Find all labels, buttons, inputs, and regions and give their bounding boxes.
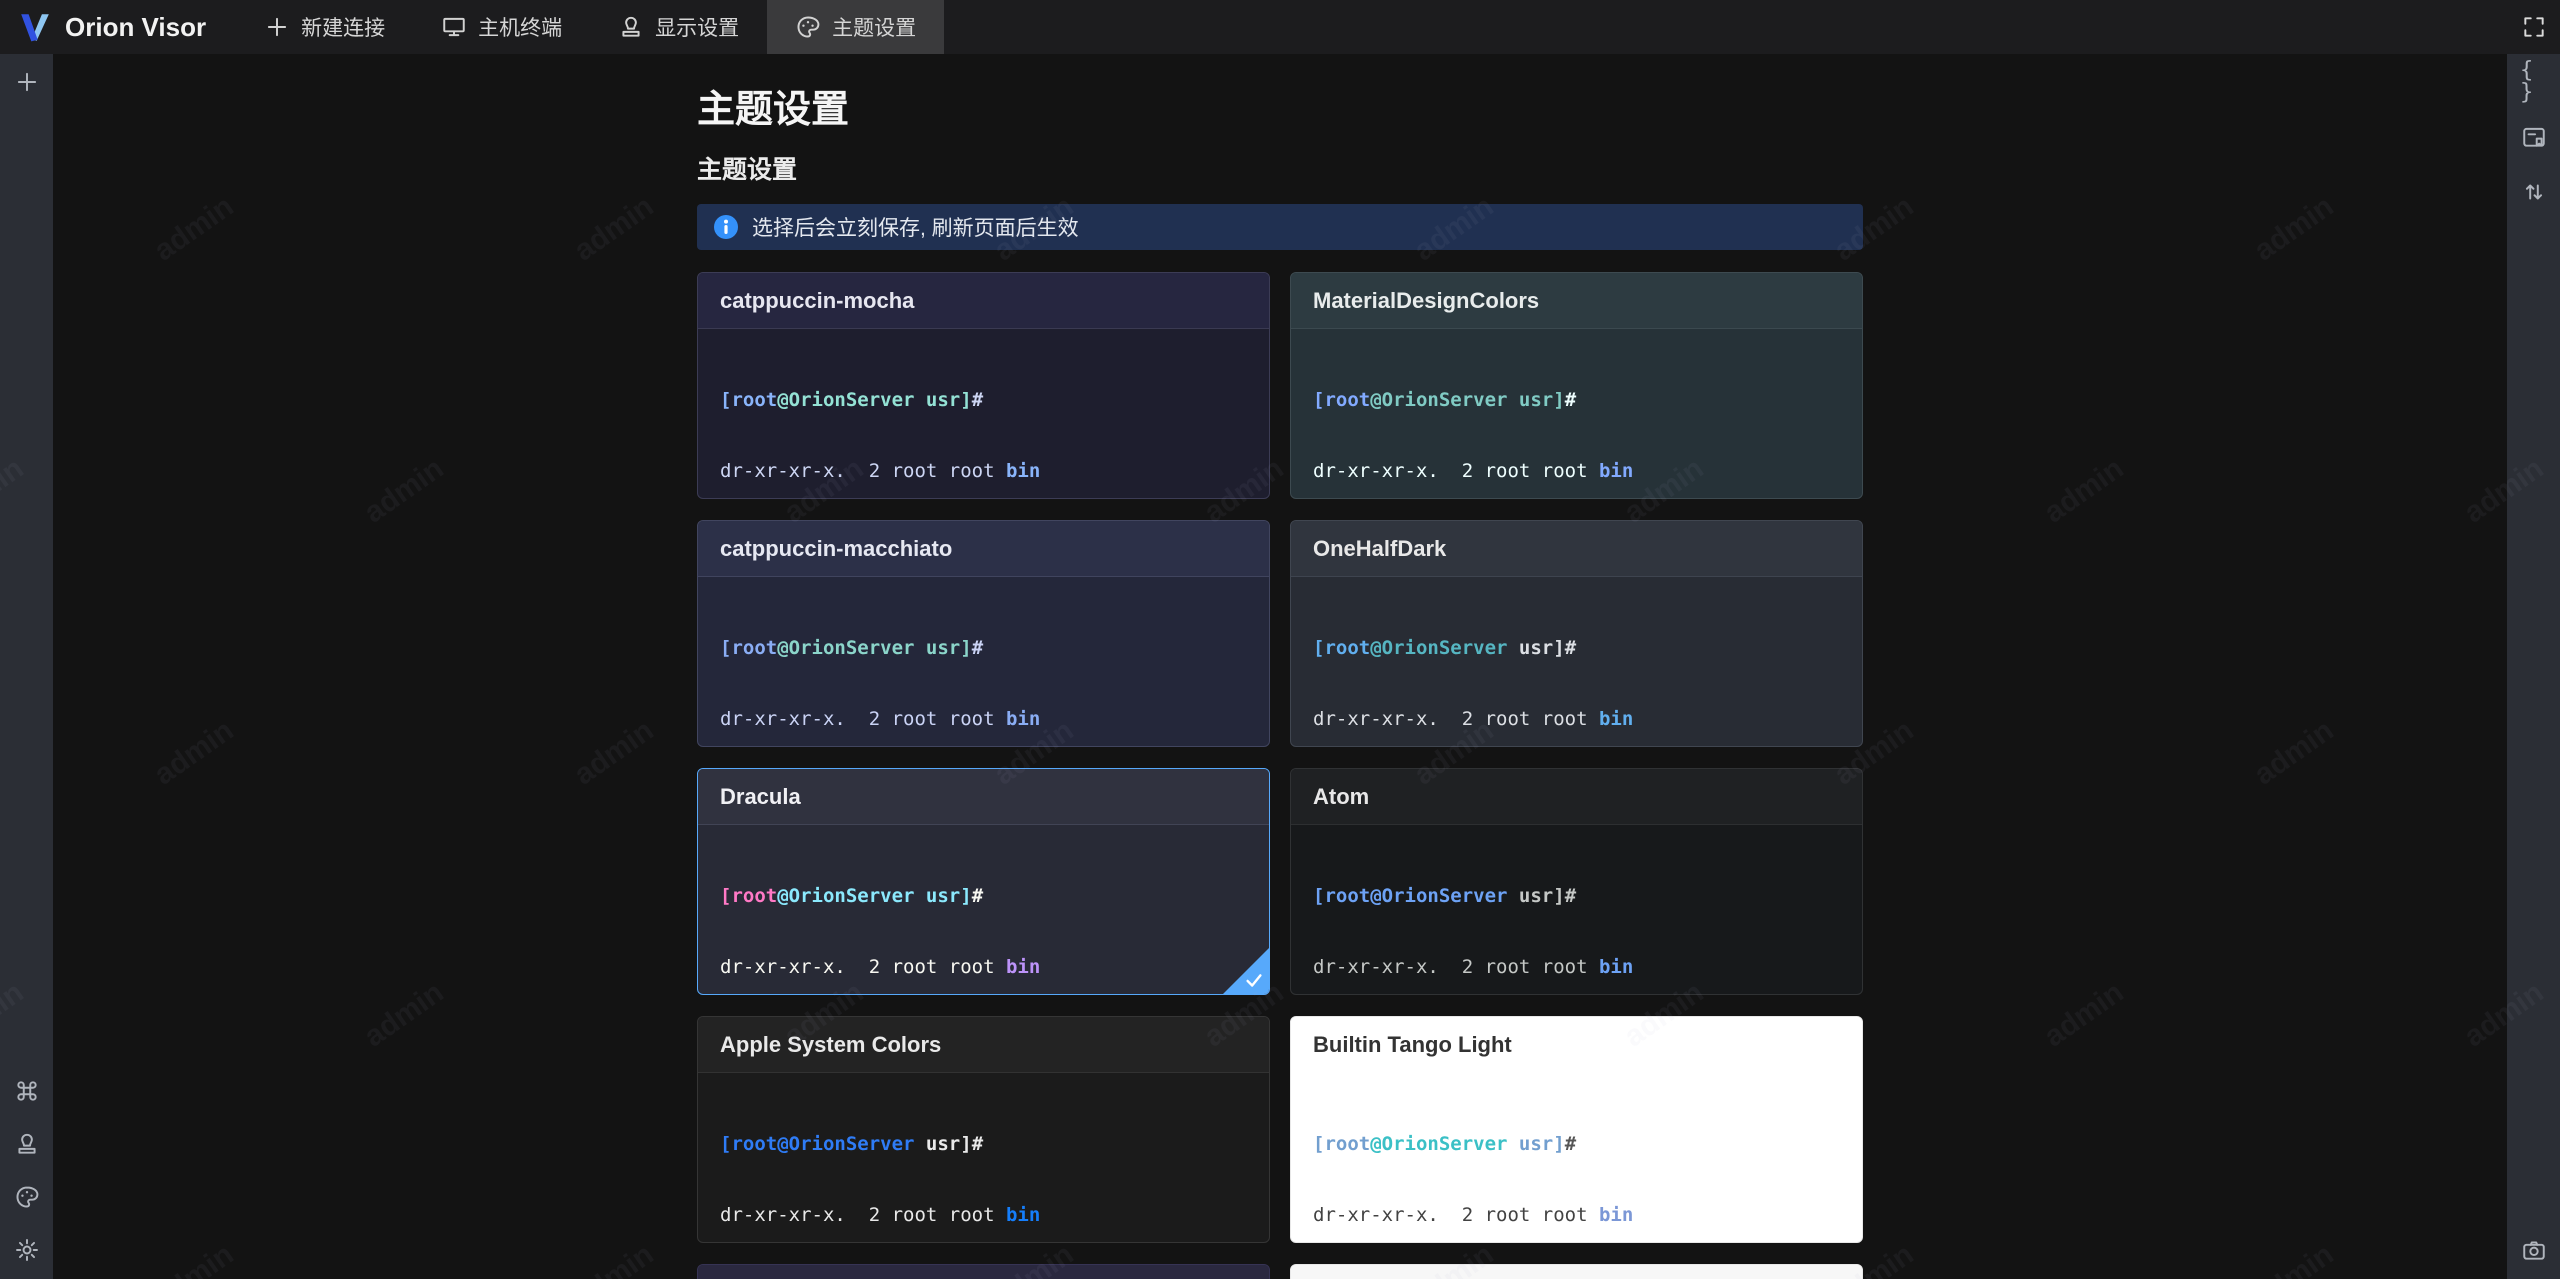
theme-card-header: MaterialDesignColors — [1291, 273, 1862, 329]
terminal-prompt-line: [root@OrionServer usr]# — [720, 637, 984, 659]
tab-label: 主题设置 — [832, 17, 917, 40]
terminal-line: dr-xr-xr-x. 2 root root bin — [720, 955, 1041, 978]
theme-card-catppuccin-mocha[interactable]: catppuccin-mocha [root@OrionServer usr]#… — [697, 272, 1270, 499]
tab-label: 主机终端 — [478, 17, 563, 40]
section-title: 主题设置 — [697, 156, 798, 184]
stamp-icon — [618, 14, 644, 40]
terminal-preview: [root@OrionServer usr]# dr-xr-xr-x. 2 ro… — [698, 577, 1269, 746]
orion-visor-logo-icon — [18, 10, 52, 44]
left-rail — [0, 54, 53, 1279]
terminal-prompt-line: [root@OrionServer usr]# — [720, 1133, 984, 1155]
theme-card-partial[interactable]: [root@OrionServer usr]# dr-xr-xr-x. 2 ro… — [1290, 1264, 1863, 1279]
brand: Orion Visor — [0, 10, 236, 44]
terminal-prompt-line: [root@OrionServer usr]# — [1313, 637, 1577, 659]
terminal-line: dr-xr-xr-x. 2 root root bin — [720, 459, 1041, 482]
terminal-preview: [root@OrionServer usr]# dr-xr-xr-x. 2 ro… — [1291, 825, 1862, 994]
theme-card-Atom[interactable]: Atom [root@OrionServer usr]# dr-xr-xr-x.… — [1290, 768, 1863, 995]
theme-name: Apple System Colors — [720, 1031, 942, 1057]
theme-card-header: Atom — [1291, 769, 1862, 825]
terminal-prompt-line: [root@OrionServer usr]# — [1313, 885, 1577, 907]
terminal-preview: [root@OrionServer usr]# dr-xr-xr-x. 2 ro… — [698, 1073, 1269, 1242]
theme-card-header: catppuccin-mocha — [698, 273, 1269, 329]
tab-label: 新建连接 — [301, 17, 386, 40]
terminal-prompt-line: [root@OrionServer usr]# — [720, 389, 984, 411]
terminal-preview: [root@OrionServer usr]# dr-xr-xr-x. 2 ro… — [1291, 329, 1862, 498]
theme-name: Builtin Tango Light — [1313, 1031, 1512, 1057]
theme-card-header: Builtin Tango Light — [1291, 1017, 1862, 1073]
top-bar: Orion Visor 新建连接 主机终端 显示设置 主题设置 — [0, 0, 2560, 54]
bookmark-doc-icon[interactable] — [2520, 123, 2547, 150]
app-title: Orion Visor — [65, 11, 207, 42]
terminal-line: dr-xr-xr-x. 2 root root bin — [720, 707, 1041, 730]
terminal-preview: [root@OrionServer usr]# dr-xr-xr-x. 2 ro… — [698, 825, 1269, 994]
fullscreen-icon[interactable] — [2507, 0, 2560, 54]
main-content: 主题设置 主题设置 选择后会立刻保存, 刷新页面后生效 catppuccin-m… — [53, 54, 2507, 1279]
sort-icon[interactable] — [2520, 178, 2547, 205]
theme-grid: catppuccin-mocha [root@OrionServer usr]#… — [697, 272, 1863, 1279]
info-alert: 选择后会立刻保存, 刷新页面后生效 — [697, 204, 1863, 250]
terminal-prompt-line: [root@OrionServer usr]# — [720, 885, 984, 907]
theme-name: OneHalfDark — [1313, 535, 1447, 561]
plus-icon[interactable] — [13, 68, 40, 95]
theme-card-header — [1291, 1265, 1862, 1279]
theme-card-MaterialDesignColors[interactable]: MaterialDesignColors [root@OrionServer u… — [1290, 272, 1863, 499]
palette-icon — [795, 14, 821, 40]
terminal-prompt-line: [root@OrionServer usr]# — [1313, 1133, 1577, 1155]
palette-icon[interactable] — [13, 1183, 40, 1210]
terminal-icon — [441, 14, 467, 40]
theme-card-header — [698, 1265, 1269, 1279]
command-icon[interactable] — [13, 1077, 40, 1104]
info-icon — [714, 215, 738, 239]
alert-text: 选择后会立刻保存, 刷新页面后生效 — [752, 217, 1079, 240]
theme-card-Dracula[interactable]: Dracula [root@OrionServer usr]# dr-xr-xr… — [697, 768, 1270, 995]
theme-name: Dracula — [720, 783, 801, 809]
theme-card-Apple System Colors[interactable]: Apple System Colors [root@OrionServer us… — [697, 1016, 1270, 1243]
terminal-line: dr-xr-xr-x. 2 root root bin — [1313, 707, 1634, 730]
theme-card-header: OneHalfDark — [1291, 521, 1862, 577]
theme-card-partial[interactable]: [root@OrionServer usr]# dr-xr-xr-x. 2 ro… — [697, 1264, 1270, 1279]
theme-card-header: Apple System Colors — [698, 1017, 1269, 1073]
tab-new-connection[interactable]: 新建连接 — [236, 0, 413, 54]
terminal-preview: [root@OrionServer usr]# dr-xr-xr-x. 2 ro… — [1291, 577, 1862, 746]
terminal-line: dr-xr-xr-x. 2 root root bin — [1313, 1203, 1634, 1226]
theme-name: Atom — [1313, 783, 1370, 809]
theme-card-header: Dracula — [698, 769, 1269, 825]
theme-name: catppuccin-macchiato — [720, 535, 953, 561]
stamp-icon[interactable] — [13, 1130, 40, 1157]
tab-label: 显示设置 — [655, 17, 740, 40]
theme-name: catppuccin-mocha — [720, 287, 915, 313]
terminal-prompt-line: [root@OrionServer usr]# — [1313, 389, 1577, 411]
page-title: 主题设置 — [697, 89, 850, 131]
theme-card-Builtin Tango Light[interactable]: Builtin Tango Light [root@OrionServer us… — [1290, 1016, 1863, 1243]
theme-card-OneHalfDark[interactable]: OneHalfDark [root@OrionServer usr]# dr-x… — [1290, 520, 1863, 747]
terminal-line: dr-xr-xr-x. 2 root root bin — [720, 1203, 1041, 1226]
terminal-preview: [root@OrionServer usr]# dr-xr-xr-x. 2 ro… — [698, 329, 1269, 498]
tab-display-settings[interactable]: 显示设置 — [590, 0, 767, 54]
check-icon — [1243, 969, 1265, 991]
tab-bar: 新建连接 主机终端 显示设置 主题设置 — [236, 0, 945, 54]
plus-icon — [264, 14, 290, 40]
terminal-line: dr-xr-xr-x. 2 root root bin — [1313, 955, 1634, 978]
theme-name: MaterialDesignColors — [1313, 287, 1540, 313]
theme-card-header: catppuccin-macchiato — [698, 521, 1269, 577]
gear-icon[interactable] — [13, 1236, 40, 1263]
camera-icon[interactable] — [2520, 1236, 2547, 1263]
braces-icon[interactable]: { } — [2520, 59, 2547, 103]
tab-host-terminal[interactable]: 主机终端 — [413, 0, 590, 54]
terminal-line: dr-xr-xr-x. 2 root root bin — [1313, 459, 1634, 482]
terminal-preview: [root@OrionServer usr]# dr-xr-xr-x. 2 ro… — [1291, 1073, 1862, 1242]
right-rail: { } — [2507, 54, 2560, 1279]
tab-theme-settings[interactable]: 主题设置 — [767, 0, 945, 54]
theme-card-catppuccin-macchiato[interactable]: catppuccin-macchiato [root@OrionServer u… — [697, 520, 1270, 747]
